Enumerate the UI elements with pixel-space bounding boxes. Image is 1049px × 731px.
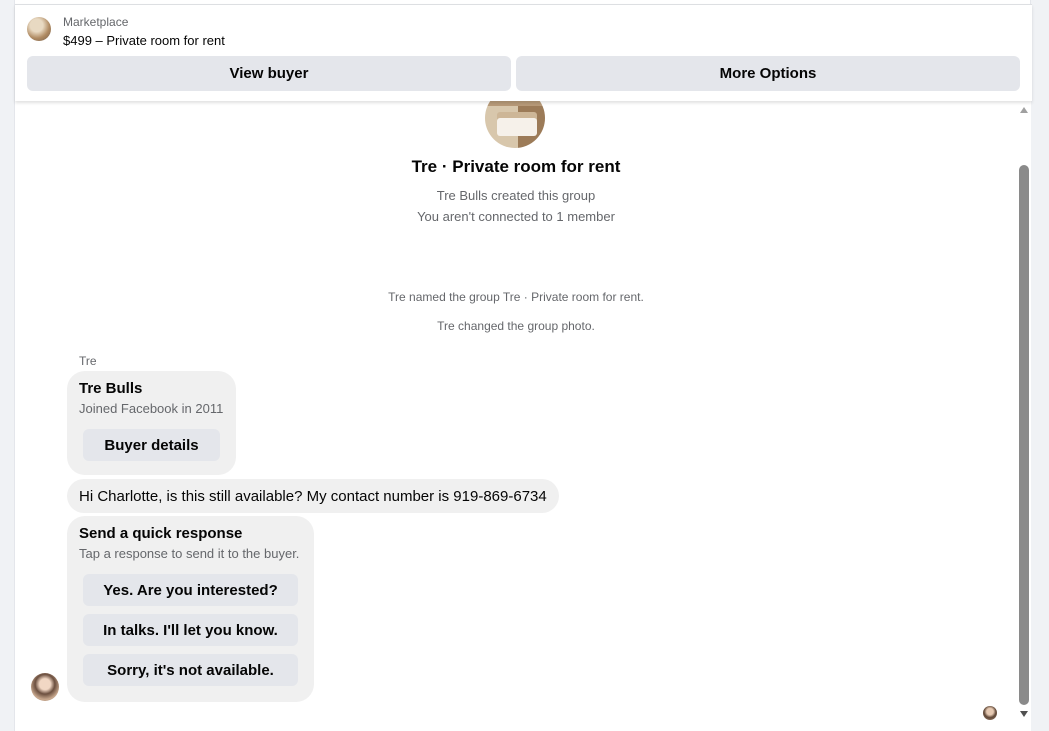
buyer-profile-card: Tre Bulls Joined Facebook in 2011 Buyer …: [67, 371, 236, 475]
more-options-button[interactable]: More Options: [516, 56, 1020, 91]
chevron-down-icon[interactable]: [1020, 711, 1028, 717]
quick-response-not-available-button[interactable]: Sorry, it's not available.: [83, 654, 298, 686]
sender-label: Tre: [79, 354, 97, 368]
quick-response-yes-button[interactable]: Yes. Are you interested?: [83, 574, 298, 606]
message-bubble[interactable]: Hi Charlotte, is this still available? M…: [67, 479, 559, 513]
group-name: Tre · Private room for rent: [411, 157, 621, 176]
system-message: Tre changed the group photo.: [437, 319, 595, 333]
sender-avatar[interactable]: [31, 673, 59, 701]
chevron-up-icon[interactable]: [1020, 107, 1028, 113]
buyer-name: Tre Bulls: [79, 380, 143, 397]
conversation-panel: Marketplace $499 – Private room for rent…: [14, 0, 1032, 731]
listing-title[interactable]: $499 – Private room for rent: [63, 33, 225, 48]
group-created-note: Tre Bulls created this group: [436, 188, 596, 203]
scrollbar[interactable]: [1017, 101, 1031, 731]
quick-response-title: Send a quick response: [79, 525, 243, 542]
connection-note: You aren't connected to 1 member: [417, 209, 615, 224]
read-receipt-avatar: [983, 706, 997, 720]
listing-thumbnail[interactable]: [27, 17, 51, 41]
system-message: Tre named the group Tre · Private room f…: [388, 290, 644, 304]
quick-response-subtitle: Tap a response to send it to the buyer.: [79, 546, 300, 561]
scrollbar-thumb[interactable]: [1019, 165, 1029, 705]
buyer-joined: Joined Facebook in 2011: [79, 401, 224, 416]
marketplace-header: Marketplace $499 – Private room for rent…: [15, 4, 1032, 101]
quick-response-card: Send a quick response Tap a response to …: [67, 516, 314, 702]
marketplace-label: Marketplace: [63, 15, 129, 29]
view-buyer-button[interactable]: View buyer: [27, 56, 511, 91]
quick-response-in-talks-button[interactable]: In talks. I'll let you know.: [83, 614, 298, 646]
buyer-details-button[interactable]: Buyer details: [83, 429, 220, 461]
